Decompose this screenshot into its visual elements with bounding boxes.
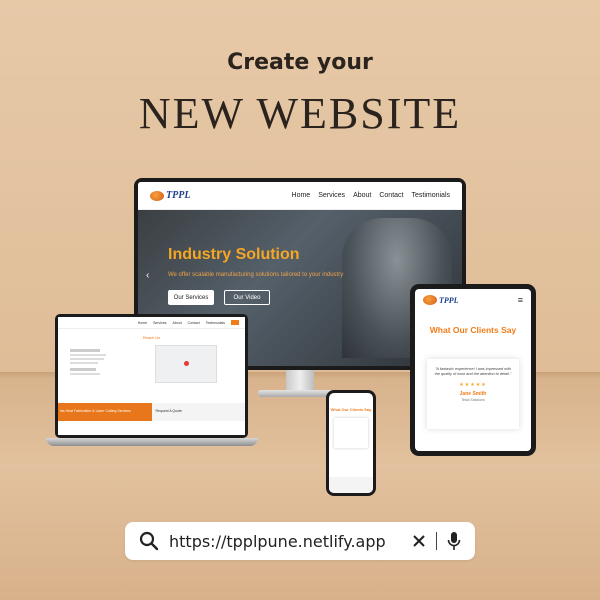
- phone-footer: [329, 477, 373, 493]
- tablet-logo-swirl-icon: [423, 295, 437, 305]
- close-icon[interactable]: [412, 534, 426, 548]
- testimonial-quote: "A fantastic experience! I was impressed…: [434, 367, 512, 376]
- request-quote-label: Request A Quote: [151, 403, 245, 421]
- testimonial-name: Jane Smith: [459, 391, 487, 397]
- phone-testimonials-title: What Our Clients Say: [330, 407, 372, 412]
- nav-about[interactable]: About: [353, 192, 371, 199]
- laptop-base: [46, 438, 258, 446]
- lap-nav-testimonials[interactable]: Testimonials: [206, 321, 225, 325]
- office-address-block: [70, 349, 110, 375]
- phone-screen: What Our Clients Say: [329, 393, 373, 493]
- lap-nav-about[interactable]: About: [173, 321, 182, 325]
- services-banner: Ins Heat Fabrication & Laser Cutting Ser…: [58, 403, 152, 421]
- map-pin-icon: [184, 361, 189, 366]
- our-services-button[interactable]: Our Services: [168, 290, 214, 305]
- rating-stars: ★★★★★: [459, 382, 487, 388]
- lap-cta-button[interactable]: [231, 320, 239, 325]
- nav-home[interactable]: Home: [292, 192, 311, 199]
- tablet-screen: TPPL ≡ What Our Clients Say "A fantastic…: [415, 289, 531, 451]
- nav-contact[interactable]: Contact: [379, 192, 403, 199]
- hero-subtitle: We offer scalable manufacturing solution…: [168, 272, 344, 278]
- lap-nav-contact[interactable]: Contact: [188, 321, 200, 325]
- smartphone: What Our Clients Say: [326, 390, 376, 496]
- search-icon[interactable]: [139, 531, 159, 551]
- tablet: TPPL ≡ What Our Clients Say "A fantastic…: [410, 284, 536, 456]
- hero-title: Industry Solution: [168, 246, 300, 263]
- page-title: NEW WEBSITE: [138, 89, 462, 138]
- url-text[interactable]: https://tpplpune.netlify.app: [169, 532, 412, 551]
- carousel-prev-icon[interactable]: ‹: [146, 270, 149, 281]
- headline: Create your: [227, 50, 373, 75]
- desktop-navbar: TPPL Home Services About Contact Testimo…: [138, 182, 462, 210]
- laptop: Home Services About Contact Testimonials…: [55, 314, 248, 438]
- nav-services[interactable]: Services: [318, 192, 345, 199]
- monitor-stand: [286, 370, 314, 392]
- laptop-navbar: Home Services About Contact Testimonials: [58, 317, 245, 329]
- lap-nav-home[interactable]: Home: [138, 321, 147, 325]
- url-search-bar[interactable]: https://tpplpune.netlify.app: [125, 522, 475, 560]
- nav-testimonials[interactable]: Testimonials: [411, 192, 450, 199]
- lap-nav-services[interactable]: Services: [153, 321, 166, 325]
- testimonial-card: "A fantastic experience! I was impressed…: [427, 359, 519, 429]
- reach-us-title: Reach Us: [142, 335, 161, 340]
- logo-swirl-icon: [150, 190, 164, 201]
- search-divider: [436, 532, 437, 550]
- testimonial-role: Tesla Solutions: [461, 398, 485, 402]
- laptop-footer-band: Ins Heat Fabrication & Laser Cutting Ser…: [58, 403, 245, 421]
- tablet-logo: TPPL: [423, 295, 459, 305]
- our-video-button[interactable]: Our Video: [224, 290, 270, 305]
- microphone-icon[interactable]: [447, 531, 461, 551]
- tablet-navbar: TPPL ≡: [415, 289, 531, 311]
- testimonials-title: What Our Clients Say: [429, 325, 517, 335]
- hamburger-menu-icon[interactable]: ≡: [518, 295, 523, 305]
- tppl-logo: TPPL: [150, 190, 190, 201]
- phone-testimonial-card: [334, 418, 368, 448]
- laptop-screen: Home Services About Contact Testimonials…: [58, 317, 245, 435]
